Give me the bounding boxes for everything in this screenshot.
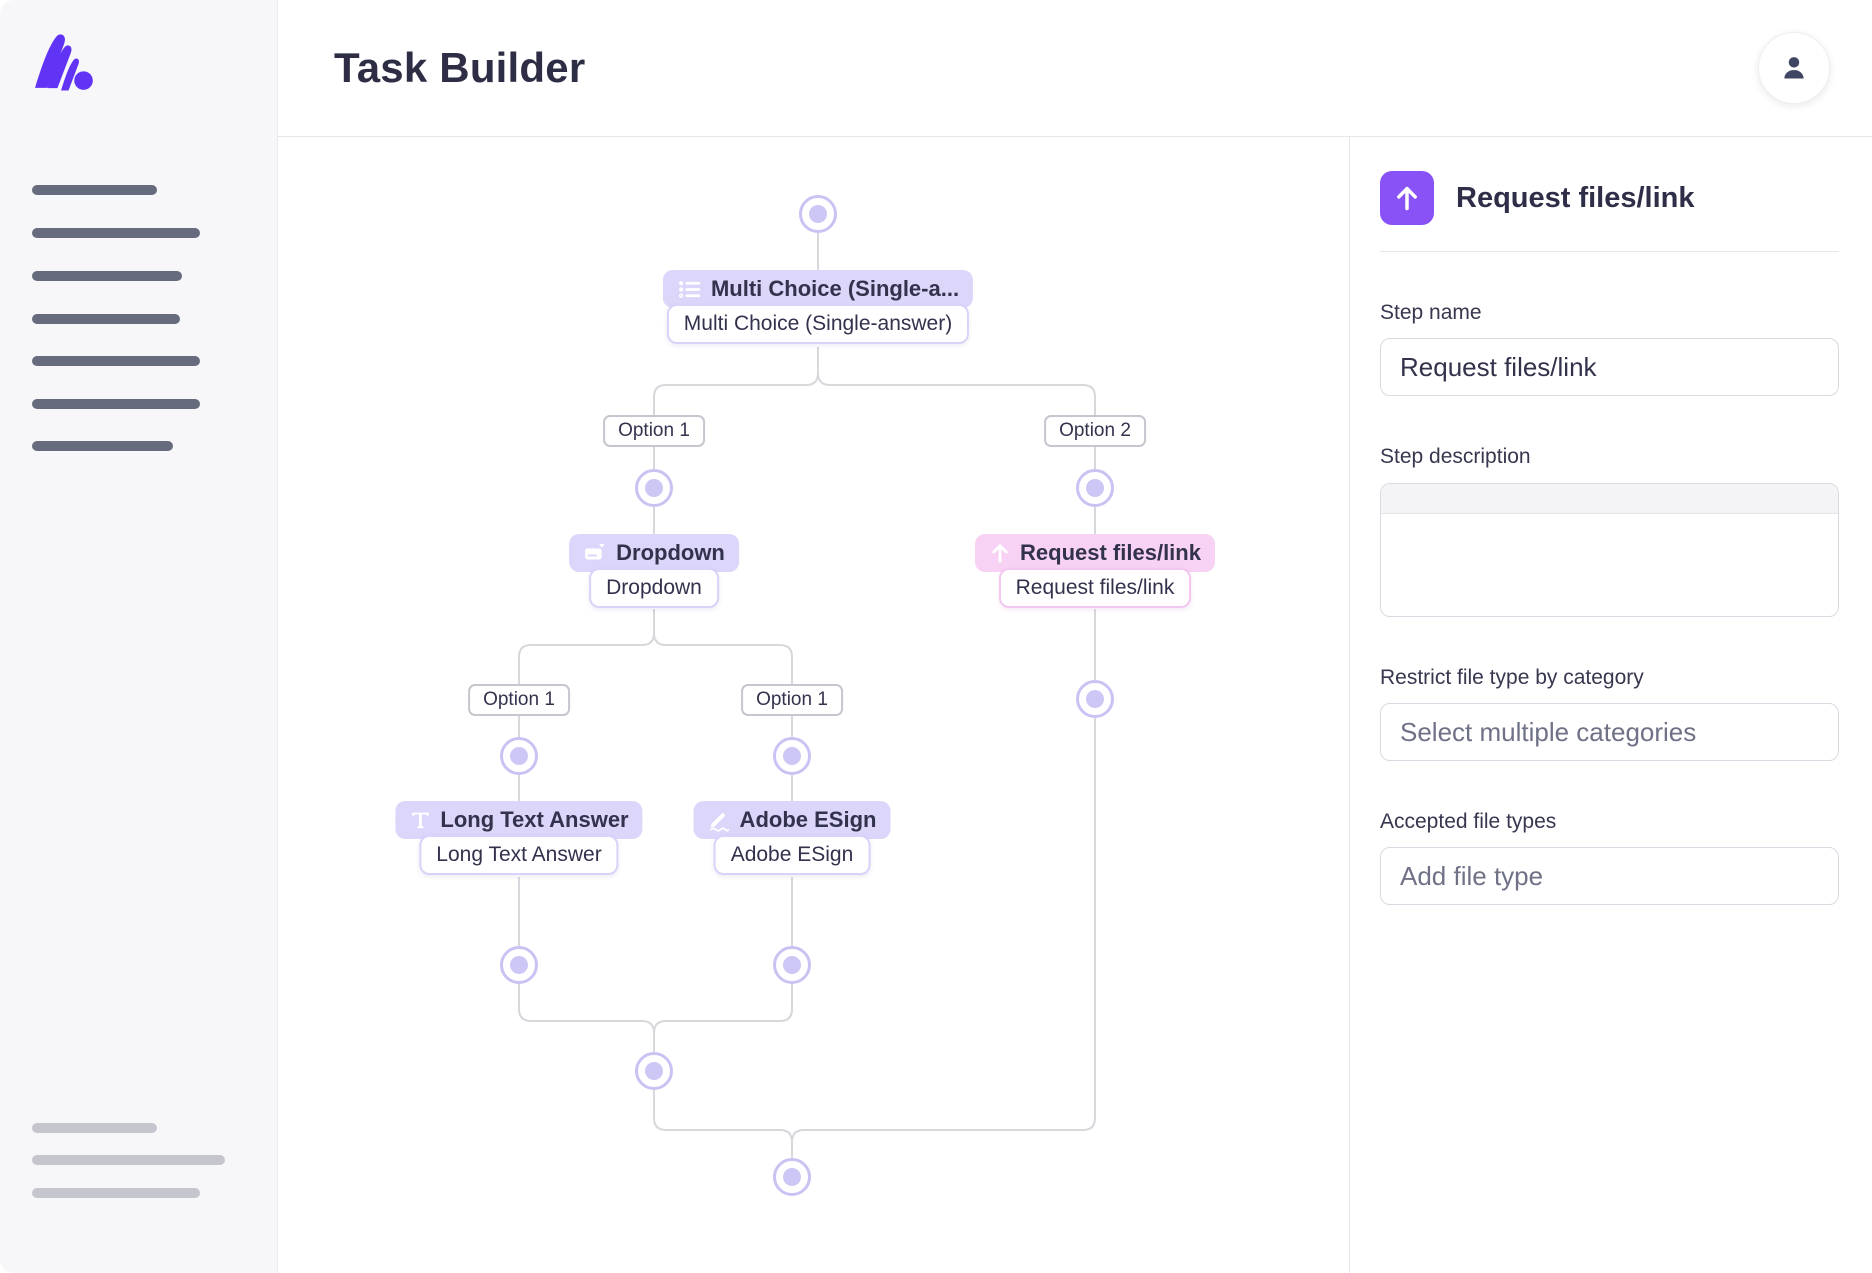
- skeleton-line: [32, 185, 157, 195]
- sidebar: [0, 0, 278, 1273]
- skeleton-line: [32, 1123, 157, 1133]
- node-title: Multi Choice (Single-a...: [711, 276, 959, 302]
- divider: [1380, 251, 1839, 252]
- node-title: Request files/link: [1020, 540, 1201, 566]
- person-icon: [1777, 51, 1811, 85]
- step-name-input[interactable]: [1380, 338, 1839, 396]
- page-title: Task Builder: [334, 44, 585, 92]
- step-settings-panel: Request files/link Step name Step descri…: [1349, 137, 1872, 1273]
- category-multiselect[interactable]: [1380, 703, 1839, 761]
- skeleton-line: [32, 271, 182, 281]
- node-long-text-answer[interactable]: Long Text Answer Long Text Answer: [395, 801, 642, 875]
- text-icon: [409, 809, 431, 831]
- node-multi-choice[interactable]: Multi Choice (Single-a... Multi Choice (…: [663, 270, 973, 344]
- skeleton-line: [32, 441, 173, 451]
- node-subtitle: Dropdown: [589, 568, 719, 608]
- branch-label: Option 1: [468, 684, 570, 716]
- panel-title: Request files/link: [1456, 182, 1695, 215]
- step-name-label: Step name: [1380, 301, 1839, 325]
- top-bar: Task Builder: [278, 0, 1872, 137]
- flow-dot: [1076, 680, 1114, 718]
- flow-canvas[interactable]: Option 1 Option 2 Option 1 Option 1: [278, 137, 1349, 1273]
- signature-icon: [708, 809, 731, 832]
- node-dropdown[interactable]: Dropdown Dropdown: [569, 534, 739, 608]
- upload-arrow-icon: [1380, 171, 1434, 225]
- select-icon: [583, 541, 607, 565]
- flow-dot: [1076, 469, 1114, 507]
- node-subtitle: Adobe ESign: [714, 835, 871, 875]
- flow-dot: [635, 1052, 673, 1090]
- step-description-label: Step description: [1380, 445, 1839, 469]
- node-title: Long Text Answer: [440, 807, 628, 833]
- upload-arrow-icon: [989, 542, 1011, 564]
- avatar[interactable]: [1758, 32, 1830, 104]
- flow-dot: [500, 946, 538, 984]
- restrict-category-label: Restrict file type by category: [1380, 666, 1839, 690]
- flow-dot: [635, 469, 673, 507]
- task-builder-app: Task Builder: [0, 0, 1872, 1273]
- node-title: Adobe ESign: [740, 807, 877, 833]
- panel-header: Request files/link: [1380, 171, 1839, 225]
- skeleton-line: [32, 1155, 225, 1165]
- branch-label: Option 1: [603, 415, 705, 447]
- flow-dot: [773, 737, 811, 775]
- flow-end-dot: [773, 1158, 811, 1196]
- branch-label: Option 1: [741, 684, 843, 716]
- skeleton-line: [32, 1188, 200, 1198]
- node-title: Dropdown: [616, 540, 725, 566]
- description-toolbar: [1381, 484, 1838, 514]
- file-type-input[interactable]: [1380, 847, 1839, 905]
- branch-label: Option 2: [1044, 415, 1146, 447]
- flow-start-dot: [799, 195, 837, 233]
- node-subtitle: Long Text Answer: [419, 835, 618, 875]
- node-request-files[interactable]: Request files/link Request files/link: [975, 534, 1215, 608]
- skeleton-line: [32, 314, 180, 324]
- app-logo-icon: [33, 30, 99, 92]
- step-description-textarea[interactable]: [1380, 483, 1839, 617]
- node-subtitle: Request files/link: [999, 568, 1192, 608]
- accepted-file-types-label: Accepted file types: [1380, 810, 1839, 834]
- node-subtitle: Multi Choice (Single-answer): [667, 304, 969, 344]
- list-icon: [677, 277, 702, 302]
- node-adobe-esign[interactable]: Adobe ESign Adobe ESign: [694, 801, 891, 875]
- flow-dot: [500, 737, 538, 775]
- skeleton-line: [32, 228, 200, 238]
- skeleton-line: [32, 356, 200, 366]
- skeleton-line: [32, 399, 200, 409]
- flow-dot: [773, 946, 811, 984]
